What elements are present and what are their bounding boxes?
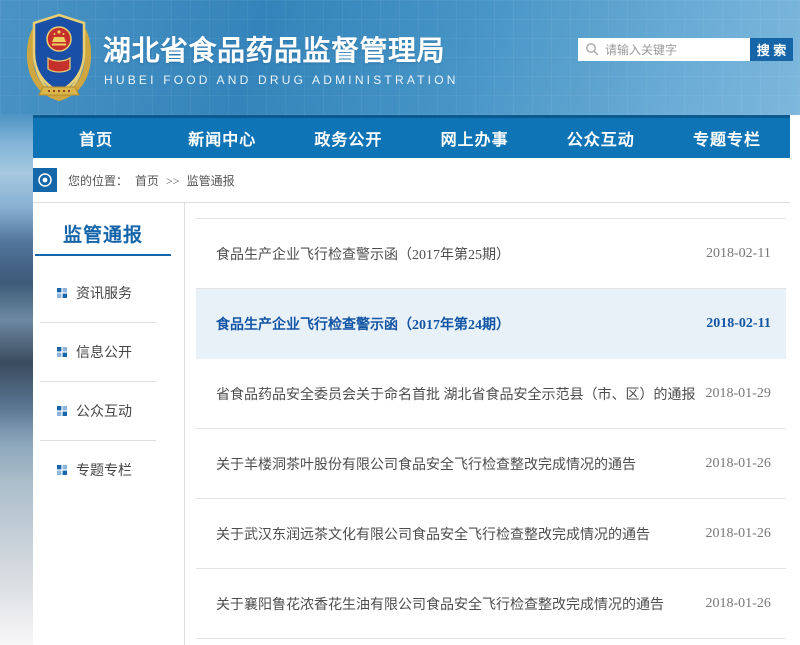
sidebar-item-label: 信息公开: [76, 342, 132, 362]
content-area: 监管通报 资讯服务 信息公开: [33, 203, 790, 645]
news-date: 2018-02-11: [696, 316, 786, 332]
grid-bullet-icon: [57, 406, 67, 416]
site-subtitle: HUBEI FOOD AND DRUG ADMINISTRATION: [104, 73, 459, 87]
news-title[interactable]: 关于羊楼洞茶叶股份有限公司食品安全飞行检查整改完成情况的通告: [196, 454, 636, 474]
news-title[interactable]: 关于武汉东润远茶文化有限公司食品安全飞行检查整改完成情况的通告: [196, 524, 650, 544]
nav-item-interact[interactable]: 公众互动: [538, 118, 664, 158]
breadcrumb-prefix: 您的位置：: [68, 174, 128, 188]
breadcrumb-home[interactable]: 首页: [135, 174, 159, 188]
news-title[interactable]: 省食品药品安全委员会关于命名首批 湖北省食品安全示范县（市、区）的通报: [196, 384, 696, 404]
sidebar-item-label: 专题专栏: [76, 460, 132, 480]
search-box: 搜 索: [578, 38, 793, 61]
breadcrumb-separator: >>: [166, 174, 180, 188]
breadcrumb-text: 您的位置： 首页 >> 监管通报: [68, 172, 239, 189]
nav-item-home[interactable]: 首页: [33, 118, 159, 158]
sidebar-item-gongzhonghudong[interactable]: 公众互动: [33, 382, 184, 440]
sidebar-item-label: 公众互动: [76, 401, 132, 421]
breadcrumb-current[interactable]: 监管通报: [187, 174, 235, 188]
sidebar-item-xinxigongkai[interactable]: 信息公开: [33, 323, 184, 381]
page-wrapper: 首页 新闻中心 政务公开 网上办事 公众互动 专题专栏 您的位置： 首页 >> …: [33, 115, 790, 645]
hubei-fda-emblem-logo: [25, 10, 93, 102]
sidebar: 监管通报 资讯服务 信息公开: [33, 203, 185, 645]
news-title[interactable]: 食品生产企业飞行检查警示函（2017年第25期）: [196, 244, 510, 264]
news-row[interactable]: 关于羊楼洞茶叶股份有限公司食品安全飞行检查整改完成情况的通告 2018-01-2…: [196, 429, 786, 499]
location-icon: [33, 168, 57, 192]
grid-bullet-icon: [57, 465, 67, 475]
search-input[interactable]: [578, 38, 750, 61]
site-header: 湖北省食品药品监督管理局 HUBEI FOOD AND DRUG ADMINIS…: [0, 0, 800, 115]
news-row[interactable]: 食品生产企业飞行检查警示函（2017年第24期） 2018-02-11: [196, 289, 786, 359]
news-row[interactable]: 省食品药品安全委员会关于命名首批 湖北省食品安全示范县（市、区）的通报 2018…: [196, 359, 786, 429]
nav-item-special[interactable]: 专题专栏: [664, 118, 790, 158]
news-date: 2018-01-26: [696, 456, 786, 472]
news-row[interactable]: 食品生产企业飞行检查警示函（2017年第25期） 2018-02-11: [196, 219, 786, 289]
breadcrumb: 您的位置： 首页 >> 监管通报: [33, 158, 790, 203]
nav-item-news[interactable]: 新闻中心: [159, 118, 285, 158]
nav-item-gov-info[interactable]: 政务公开: [285, 118, 411, 158]
main-nav: 首页 新闻中心 政务公开 网上办事 公众互动 专题专栏: [33, 115, 790, 158]
news-list: 食品生产企业飞行检查警示函（2017年第25期） 2018-02-11 食品生产…: [196, 218, 786, 639]
search-button[interactable]: 搜 索: [750, 38, 793, 61]
sidebar-title: 监管通报: [35, 220, 171, 256]
news-title[interactable]: 食品生产企业飞行检查警示函（2017年第24期）: [196, 314, 510, 334]
nav-item-online[interactable]: 网上办事: [412, 118, 538, 158]
sidebar-item-zhuantizhuanlan[interactable]: 专题专栏: [33, 441, 184, 499]
news-row[interactable]: 关于襄阳鲁花浓香花生油有限公司食品安全飞行检查整改完成情况的通告 2018-01…: [196, 569, 786, 639]
site-title: 湖北省食品药品监督管理局: [103, 29, 445, 69]
news-row[interactable]: 关于武汉东润远茶文化有限公司食品安全飞行检查整改完成情况的通告 2018-01-…: [196, 499, 786, 569]
sidebar-item-label: 资讯服务: [76, 283, 132, 303]
grid-bullet-icon: [57, 347, 67, 357]
news-title[interactable]: 关于襄阳鲁花浓香花生油有限公司食品安全飞行检查整改完成情况的通告: [196, 594, 664, 614]
sidebar-item-zixunfuwu[interactable]: 资讯服务: [33, 264, 184, 322]
news-date: 2018-01-26: [696, 596, 786, 612]
news-date: 2018-02-11: [696, 246, 786, 262]
background-photo-strip: [0, 115, 33, 645]
news-date: 2018-01-29: [696, 386, 786, 402]
news-date: 2018-01-26: [696, 526, 786, 542]
grid-bullet-icon: [57, 288, 67, 298]
news-list-panel: 食品生产企业飞行检查警示函（2017年第25期） 2018-02-11 食品生产…: [185, 203, 790, 645]
search-icon: [585, 42, 600, 57]
